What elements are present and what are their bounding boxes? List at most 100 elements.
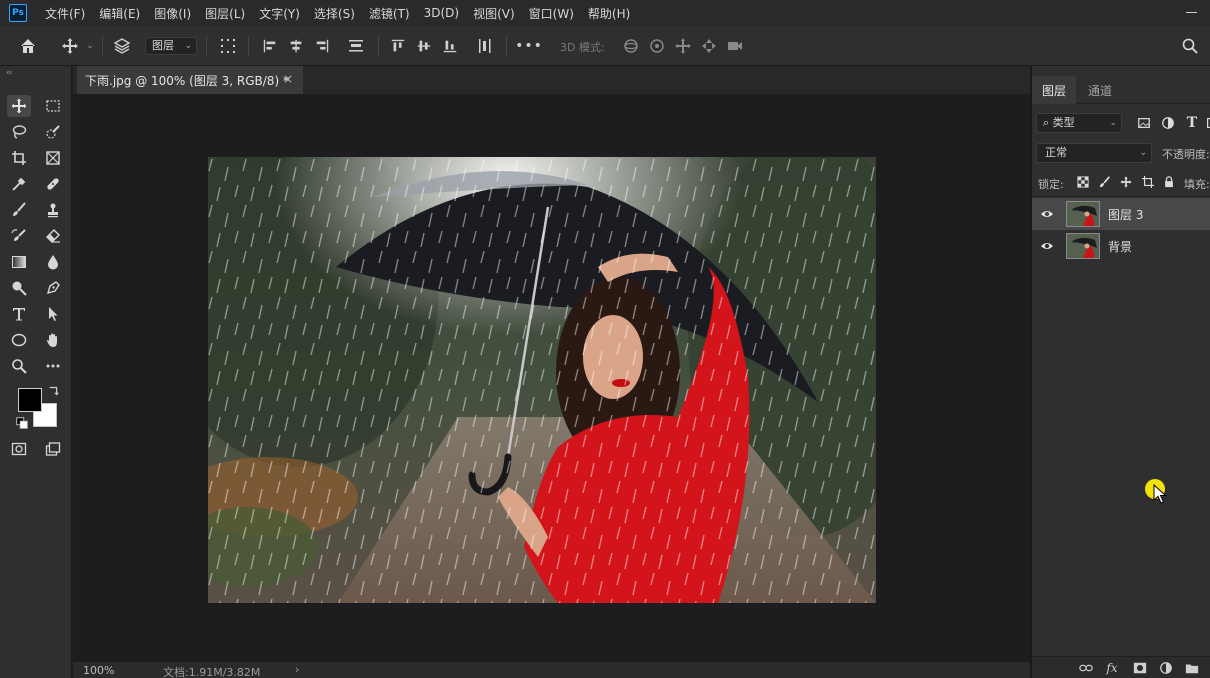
eye-icon[interactable] [1040,207,1054,221]
rainy-umbrella-photo [208,157,876,603]
align-top-icon[interactable] [390,36,406,56]
kind-filter-value: 类型 [1052,116,1075,129]
fill-label[interactable]: 填充: [1184,176,1210,192]
menu-help[interactable]: 帮助(H) [588,5,630,22]
add-mask-icon[interactable] [1132,660,1148,676]
auto-select-layers-icon[interactable] [112,36,132,56]
menu-3d[interactable]: 3D(D) [424,6,459,20]
3d-orbit-icon[interactable] [622,36,640,56]
lock-artboard-icon[interactable] [1141,175,1155,189]
edit-toolbar-icon[interactable] [41,355,65,377]
align-right-icon[interactable] [314,36,330,56]
hand-tool[interactable] [41,329,65,351]
filter-pixel-layers-icon[interactable] [1136,115,1152,131]
move-tool-icon[interactable] [60,36,80,56]
swap-colors-icon[interactable] [47,384,61,398]
brush-tool[interactable] [7,199,31,221]
lasso-tool[interactable] [7,121,31,143]
tab-layers[interactable]: 图层 [1032,76,1077,104]
layer-row-background[interactable]: 背景 [1032,230,1210,262]
link-layers-icon[interactable] [1078,660,1094,676]
collapse-panel-icon[interactable]: ‹‹ [6,68,12,78]
status-menu-arrow-icon[interactable]: › [295,663,299,676]
3d-pan-icon[interactable] [674,36,692,56]
lock-image-pixels-icon[interactable] [1098,175,1112,189]
home-icon[interactable] [18,36,38,56]
frame-tool[interactable] [41,147,65,169]
chevron-down-icon: ⌄ [1109,118,1117,128]
path-selection-tool[interactable] [41,303,65,325]
menu-layer[interactable]: 图层(L) [205,5,245,22]
menu-edit[interactable]: 编辑(E) [99,5,140,22]
search-icon: ⌕ [1043,116,1053,129]
document-image[interactable] [208,157,876,603]
lock-transparent-pixels-icon[interactable] [1076,175,1090,189]
new-group-folder-icon[interactable] [1184,660,1200,676]
layer-name[interactable]: 图层 3 [1108,206,1143,223]
zoom-level[interactable]: 100% [83,664,114,677]
screen-mode-icon[interactable] [41,438,65,460]
new-adjustment-layer-icon[interactable] [1158,660,1174,676]
lock-position-icon[interactable] [1119,175,1133,189]
menu-view[interactable]: 视图(V) [473,5,515,22]
lock-all-icon[interactable] [1162,175,1176,189]
document-tab[interactable]: 下雨.jpg @ 100% (图层 3, RGB/8) * × [77,66,303,94]
menu-file[interactable]: 文件(F) [45,5,85,22]
menu-window[interactable]: 窗口(W) [529,5,574,22]
tab-channels[interactable]: 通道 [1078,76,1122,104]
history-brush-tool[interactable] [7,225,31,247]
layer-row-layer-3[interactable]: 图层 3 [1032,198,1210,230]
3d-scale-camera-icon[interactable] [726,36,744,56]
move-tool-dropdown-icon[interactable]: ⌄ [84,36,96,56]
more-options-icon[interactable]: ••• [515,36,542,56]
foreground-color-swatch[interactable] [18,388,42,412]
search-icon[interactable] [1180,36,1200,56]
filter-adjustment-layers-icon[interactable] [1160,115,1176,131]
blend-mode-dropdown[interactable]: 正常 ⌄ [1036,143,1152,163]
eyedropper-tool[interactable] [7,173,31,195]
opacity-label[interactable]: 不透明度: [1162,146,1210,162]
align-middle-icon[interactable] [416,36,432,56]
pen-tool[interactable] [41,277,65,299]
layer-name[interactable]: 背景 [1108,238,1132,255]
close-icon[interactable]: × [283,72,293,86]
ellipse-tool[interactable] [7,329,31,351]
crop-tool[interactable] [7,147,31,169]
quick-selection-tool[interactable] [41,121,65,143]
kind-filter-dropdown[interactable]: ⌕ 类型 ⌄ [1036,113,1122,133]
frame-icon [46,151,60,165]
align-bottom-icon[interactable] [442,36,458,56]
3d-slide-icon[interactable] [700,36,718,56]
default-colors-icon[interactable] [15,416,29,430]
type-tool[interactable] [7,303,31,325]
marquee-tool[interactable] [41,95,65,117]
filter-shape-layers-icon[interactable] [1204,115,1210,131]
filter-type-layers-icon[interactable]: T [1184,115,1200,131]
auto-select-target-dropdown[interactable]: 图层 ⌄ [145,37,197,55]
gradient-tool[interactable] [7,251,31,273]
quick-mask-icon[interactable] [7,438,31,460]
3d-roll-icon[interactable] [648,36,666,56]
distribute-vertical-icon[interactable] [476,36,494,56]
healing-brush-tool[interactable] [41,173,65,195]
transform-controls-icon[interactable] [218,36,238,56]
zoom-tool[interactable] [7,355,31,377]
distribute-horizontal-icon[interactable] [347,36,365,56]
document-tab-title: 下雨.jpg @ 100% (图层 3, RGB/8) * [85,73,289,88]
minimize-button[interactable] [1186,6,1198,18]
dodge-tool[interactable] [7,277,31,299]
align-left-icon[interactable] [262,36,278,56]
align-center-icon[interactable] [288,36,304,56]
layer-style-fx-icon[interactable]: fx [1104,660,1120,676]
canvas-area[interactable] [73,94,1030,662]
menu-type[interactable]: 文字(Y) [259,5,300,22]
blur-tool[interactable] [41,251,65,273]
menu-filter[interactable]: 滤镜(T) [369,5,410,22]
clone-stamp-tool[interactable] [41,199,65,221]
separator [102,36,103,56]
move-tool[interactable] [7,95,31,117]
eraser-tool[interactable] [41,225,65,247]
menu-select[interactable]: 选择(S) [314,5,355,22]
menu-image[interactable]: 图像(I) [154,5,191,22]
eye-icon[interactable] [1040,239,1054,253]
